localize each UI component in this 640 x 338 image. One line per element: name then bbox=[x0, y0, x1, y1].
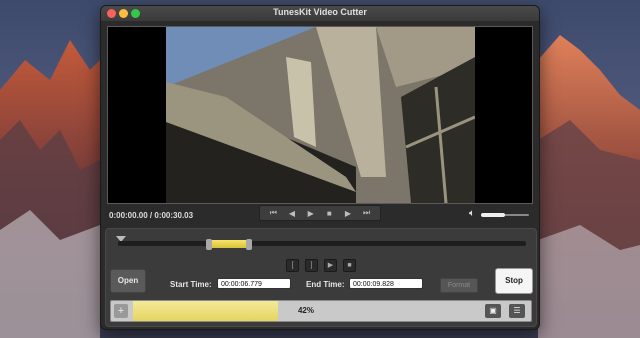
segment-buttons: [ ] ▶︎ ■ bbox=[286, 259, 356, 272]
next-frame-icon[interactable]: ⏭ bbox=[360, 208, 374, 218]
segment-bar[interactable] bbox=[210, 240, 248, 248]
video-frame-image bbox=[166, 27, 475, 203]
playback-controls: ⏮ ◀︎ ▶︎ ■ ▶︎ ⏭ bbox=[259, 205, 381, 221]
timeline-track[interactable] bbox=[118, 241, 526, 246]
volume-control: 🔈︎ bbox=[469, 208, 531, 220]
stop-icon[interactable]: ■ bbox=[322, 209, 336, 218]
previous-frame-icon[interactable]: ⏮ bbox=[266, 208, 280, 218]
step-back-icon[interactable]: ◀︎ bbox=[285, 209, 299, 218]
play-icon[interactable]: ▶︎ bbox=[304, 209, 318, 218]
start-time-label: Start Time: bbox=[170, 280, 212, 289]
end-time-field[interactable]: 00:00:09.828 bbox=[349, 278, 423, 289]
window-title: TunesKit Video Cutter bbox=[273, 7, 367, 17]
add-icon[interactable]: + bbox=[114, 304, 128, 318]
mark-out-icon[interactable]: ] bbox=[305, 259, 318, 272]
speaker-icon: 🔈︎ bbox=[469, 208, 475, 219]
open-button[interactable]: Open bbox=[110, 269, 146, 293]
app-window: TunesKit Video Cutter 0:00:00.00 / 0:00:… bbox=[100, 5, 540, 330]
segment-end-handle[interactable] bbox=[246, 239, 252, 250]
video-preview[interactable] bbox=[107, 26, 533, 204]
video-frame bbox=[166, 27, 475, 203]
cut-panel: [ ] ▶︎ ■ Open Start Time: 00:00:06.779 E… bbox=[105, 228, 537, 327]
step-forward-icon[interactable]: ▶︎ bbox=[341, 209, 355, 218]
segment-start-handle[interactable] bbox=[206, 239, 212, 250]
segment-selection[interactable] bbox=[206, 239, 252, 250]
time-readout: 0:00:00.00 / 0:00:30.03 bbox=[109, 211, 194, 220]
format-button[interactable]: Format bbox=[440, 278, 478, 293]
list-icon[interactable]: ☰ bbox=[509, 304, 525, 318]
play-segment-icon[interactable]: ▶︎ bbox=[324, 259, 337, 272]
progress-bar: + 42% ▣ ☰ bbox=[110, 300, 532, 322]
volume-slider[interactable] bbox=[481, 213, 505, 217]
stop-button[interactable]: Stop bbox=[495, 268, 533, 294]
output-folder-icon[interactable]: ▣ bbox=[485, 304, 501, 318]
progress-percent: 42% bbox=[297, 306, 314, 315]
stop-segment-icon[interactable]: ■ bbox=[343, 259, 356, 272]
start-time-field[interactable]: 00:00:06.779 bbox=[217, 278, 291, 289]
mark-in-icon[interactable]: [ bbox=[286, 259, 299, 272]
end-time-label: End Time: bbox=[306, 280, 345, 289]
title-bar[interactable]: TunesKit Video Cutter bbox=[101, 6, 539, 21]
